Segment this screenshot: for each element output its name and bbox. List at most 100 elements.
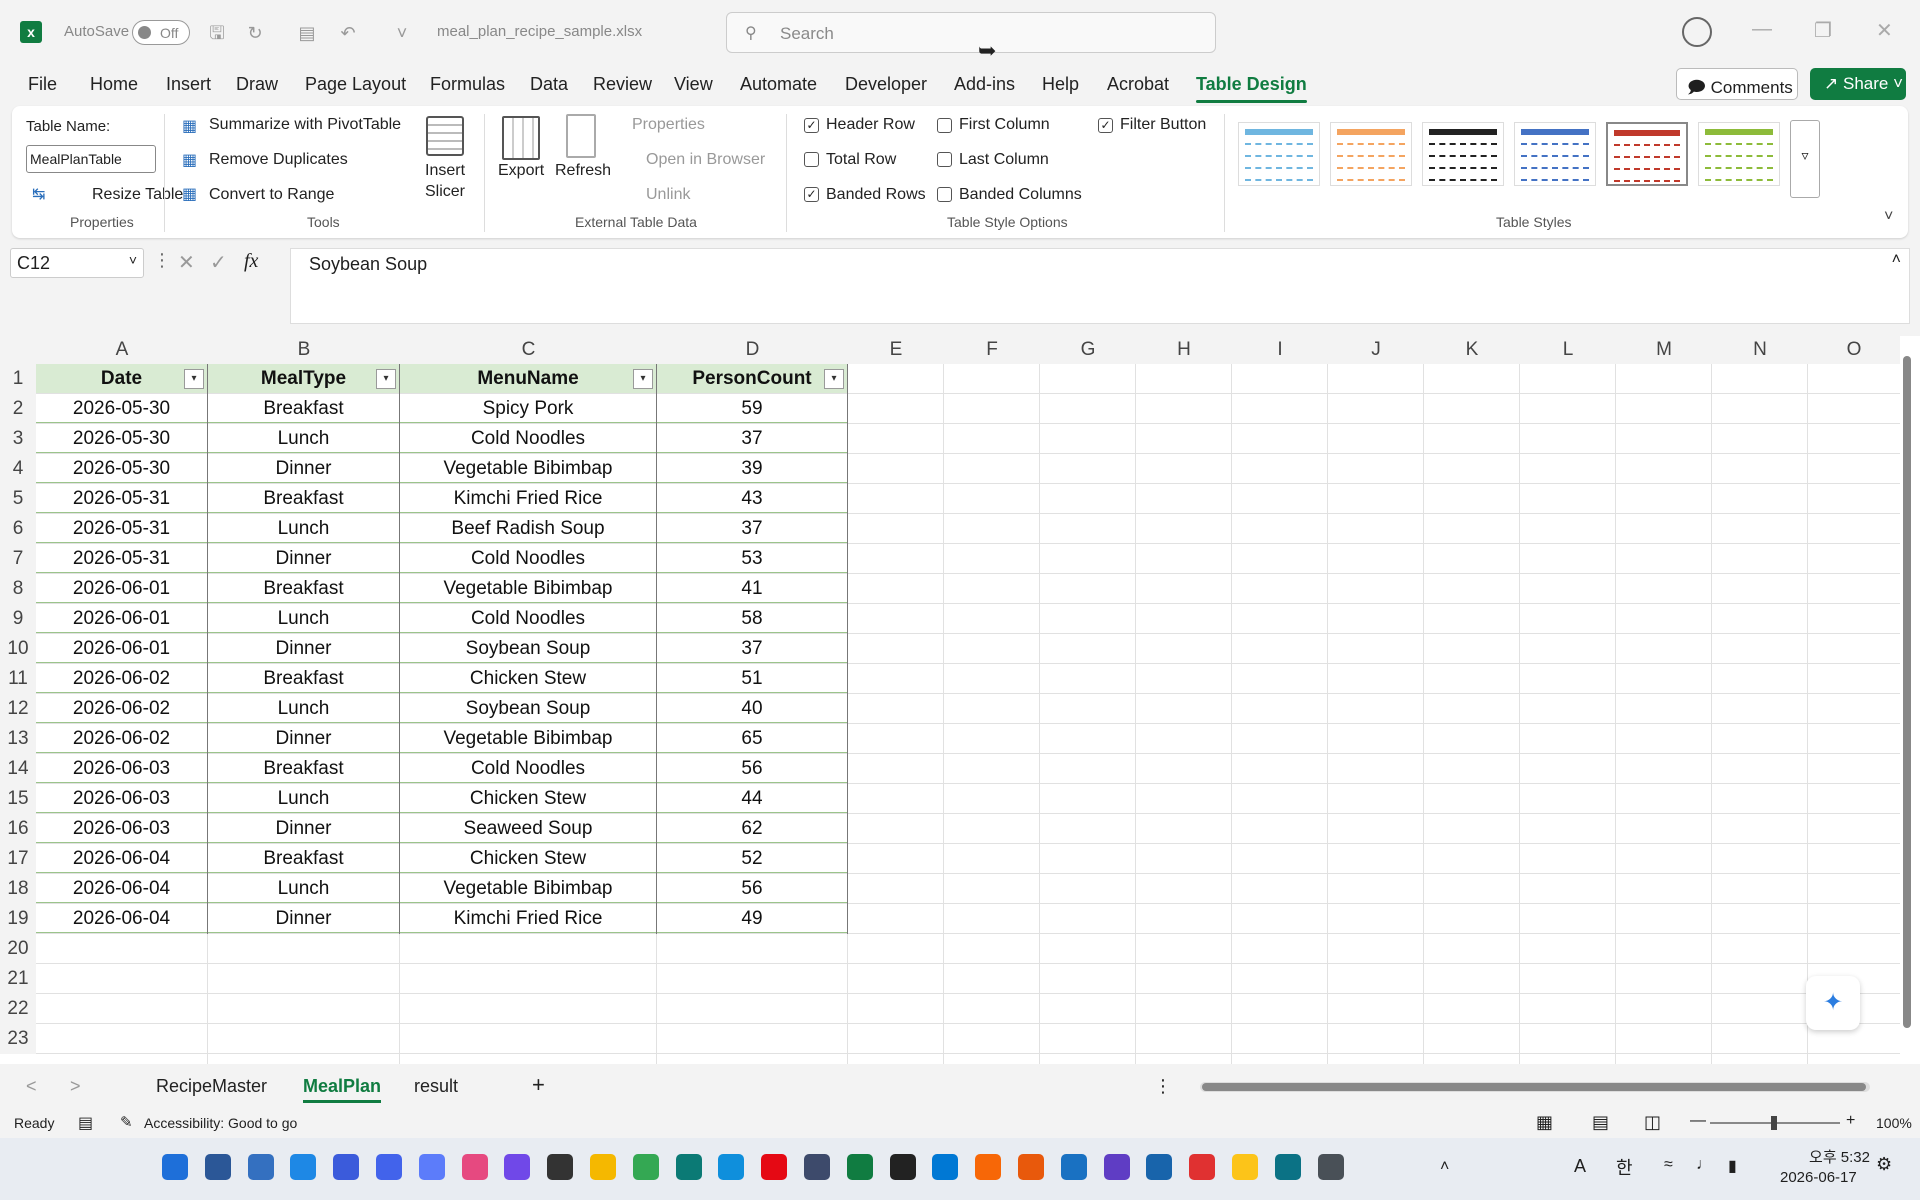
app-icon[interactable] [1103, 1154, 1130, 1180]
table-cell[interactable]: Vegetable Bibimbap [400, 724, 656, 753]
column-header[interactable]: F [944, 336, 1040, 364]
form-icon[interactable]: ▤ [295, 21, 319, 45]
table-cell[interactable]: Dinner [208, 724, 399, 753]
normal-view-icon[interactable]: ▦ [1536, 1112, 1553, 1133]
table-cell[interactable]: 2026-06-01 [36, 634, 207, 663]
table-cell[interactable]: Lunch [208, 874, 399, 903]
table-cell[interactable]: 56 [657, 754, 847, 783]
worksheet-grid[interactable]: A B C D E F G H I J K L M N O 1 2 3 4 5 6 7 8 9 10 11 12 13 14 15 16 17… [0, 336, 1920, 1064]
kakaotalk-icon[interactable] [1232, 1154, 1258, 1180]
properties-button[interactable]: Properties [632, 116, 705, 134]
table-cell[interactable]: Chicken Stew [400, 664, 656, 693]
row-header[interactable]: 20 [0, 934, 36, 964]
table-cell[interactable]: 2026-06-04 [36, 904, 207, 933]
row-header[interactable]: 1 [0, 364, 36, 394]
tab-view[interactable]: View [674, 74, 713, 95]
tab-add-ins[interactable]: Add-ins [954, 74, 1015, 95]
page-break-icon[interactable]: ◫ [1644, 1112, 1661, 1133]
app-icon[interactable] [1317, 1154, 1344, 1180]
insert-slicer-icon[interactable] [426, 116, 464, 156]
terminal-icon[interactable] [889, 1154, 916, 1180]
table-style-swatch[interactable] [1330, 122, 1412, 186]
table-cell[interactable]: Dinner [208, 544, 399, 573]
clock-date[interactable]: 2026-06-17 [1780, 1169, 1857, 1186]
table-cell[interactable]: 43 [657, 484, 847, 513]
restore-icon[interactable]: ❐ [1814, 18, 1832, 43]
table-cell[interactable]: 2026-06-03 [36, 784, 207, 813]
row-header[interactable]: 9 [0, 604, 36, 634]
banded-columns-checkbox[interactable] [937, 187, 952, 202]
table-cell[interactable]: 49 [657, 904, 847, 933]
column-header[interactable]: D [657, 336, 848, 364]
table-style-swatch[interactable] [1698, 122, 1780, 186]
search-icon[interactable] [204, 1154, 231, 1180]
table-cell[interactable]: Dinner [208, 634, 399, 663]
table-style-swatch[interactable] [1606, 122, 1688, 186]
notification-icon[interactable]: ⚙ [1876, 1154, 1892, 1175]
accessibility-icon[interactable]: ✎ [120, 1113, 133, 1131]
tab-automate[interactable]: Automate [740, 74, 817, 95]
table-cell[interactable]: Beef Radish Soup [400, 514, 656, 543]
autosave-toggle[interactable]: Off [132, 20, 190, 45]
sheet-tab-mealplan[interactable]: MealPlan [303, 1076, 382, 1103]
table-cell[interactable]: Seaweed Soup [400, 814, 656, 843]
korean-ime-icon[interactable]: 한 [1616, 1154, 1633, 1180]
app-icon[interactable] [1274, 1154, 1301, 1180]
filter-dropdown-icon[interactable]: ▾ [376, 369, 396, 389]
table-cell[interactable]: 2026-06-04 [36, 874, 207, 903]
tab-help[interactable]: Help [1042, 74, 1079, 95]
table-cell[interactable]: Vegetable Bibimbap [400, 574, 656, 603]
table-cell[interactable]: Lunch [208, 604, 399, 633]
app-icon[interactable] [418, 1154, 445, 1180]
vscode-icon[interactable] [932, 1154, 959, 1180]
close-icon[interactable]: ✕ [1876, 18, 1893, 43]
table-cell[interactable]: Breakfast [208, 574, 399, 603]
table-cell[interactable]: Cold Noodles [400, 604, 656, 633]
filter-dropdown-icon[interactable]: ▾ [184, 369, 204, 389]
summarize-pivot-button[interactable]: Summarize with PivotTable [209, 116, 401, 134]
table-cell[interactable]: 37 [657, 634, 847, 663]
column-header[interactable]: L [1520, 336, 1616, 364]
table-cell[interactable]: 2026-06-02 [36, 724, 207, 753]
search-box[interactable]: ⚲ Search [726, 12, 1216, 53]
table-cell[interactable]: Dinner [208, 904, 399, 933]
table-cell[interactable]: Lunch [208, 424, 399, 453]
tab-formulas[interactable]: Formulas [430, 74, 505, 95]
table-cell[interactable]: Cold Noodles [400, 544, 656, 573]
row-header[interactable]: 21 [0, 964, 36, 994]
task-view-icon[interactable] [247, 1154, 274, 1180]
app-icon[interactable] [1018, 1154, 1044, 1180]
save-icon[interactable]: 🖫 [205, 21, 229, 45]
customize-qat-icon[interactable]: ˅ [390, 21, 414, 45]
table-cell[interactable]: Breakfast [208, 844, 399, 873]
minimize-icon[interactable]: — [1752, 18, 1772, 41]
table-cell[interactable]: Breakfast [208, 394, 399, 423]
tab-acrobat[interactable]: Acrobat [1107, 74, 1169, 95]
table-cell[interactable]: Spicy Pork [400, 394, 656, 423]
tab-table-design[interactable]: Table Design [1196, 74, 1307, 103]
clock-time[interactable]: 오후 5:32 [1790, 1146, 1870, 1167]
horizontal-scrollbar[interactable] [1200, 1082, 1870, 1092]
tab-file[interactable]: File [28, 74, 57, 95]
zoom-out-icon[interactable]: — [1690, 1112, 1706, 1130]
chatgpt-icon[interactable] [547, 1154, 574, 1180]
table-cell[interactable]: 2026-06-03 [36, 814, 207, 843]
vertical-scrollbar[interactable] [1902, 346, 1912, 1046]
insert-function-icon[interactable]: fx [244, 250, 258, 273]
row-header[interactable]: 15 [0, 784, 36, 814]
table-cell[interactable]: 2026-06-02 [36, 664, 207, 693]
app-icon[interactable] [1189, 1154, 1216, 1180]
undo-icon[interactable]: ↶ [336, 21, 360, 45]
table-cell[interactable]: Soybean Soup [400, 634, 656, 663]
zoom-slider[interactable] [1710, 1116, 1840, 1130]
column-header[interactable]: N [1712, 336, 1808, 364]
tab-data[interactable]: Data [530, 74, 568, 95]
app-icon[interactable] [975, 1154, 1002, 1180]
table-cell[interactable]: Breakfast [208, 754, 399, 783]
column-header[interactable]: C [400, 336, 657, 364]
filter-button-checkbox[interactable]: ✓ [1098, 118, 1113, 133]
enter-icon[interactable]: ✓ [210, 250, 227, 275]
row-header[interactable]: 10 [0, 634, 36, 664]
tab-insert[interactable]: Insert [166, 74, 211, 95]
column-header[interactable]: E [848, 336, 944, 364]
